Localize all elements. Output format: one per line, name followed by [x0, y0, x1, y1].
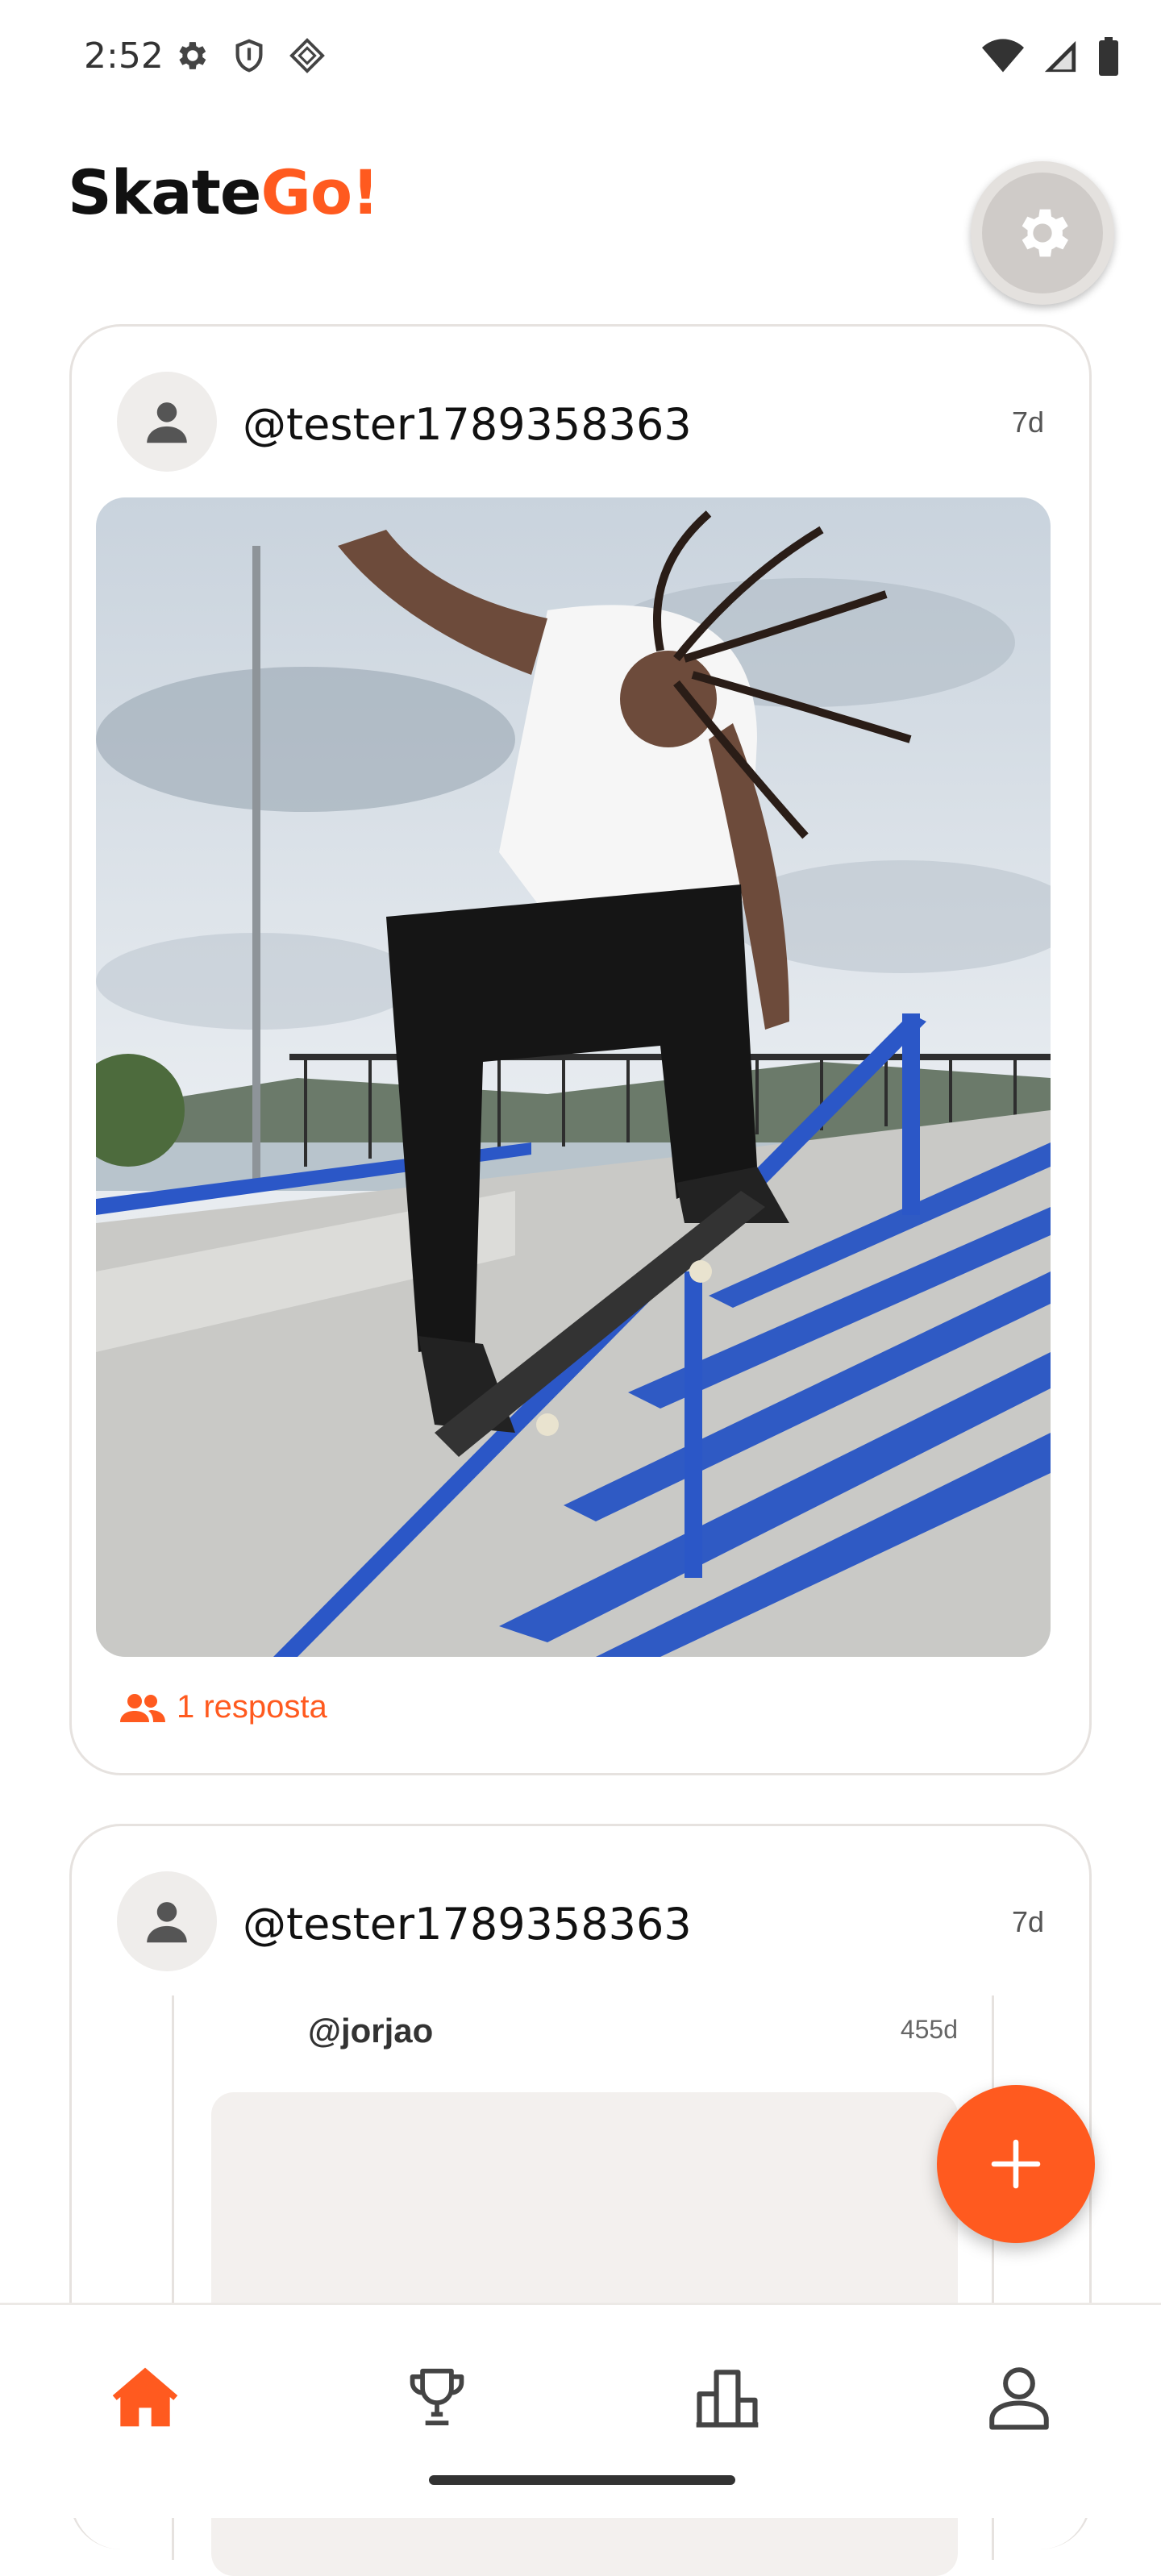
diamond-icon	[289, 38, 325, 73]
post-username[interactable]: @tester1789358363	[243, 399, 692, 450]
settings-button[interactable]	[971, 161, 1114, 305]
nav-leaderboard[interactable]	[679, 2349, 776, 2445]
quoted-post-time: 455d	[900, 2015, 958, 2044]
wifi-icon	[982, 39, 1024, 73]
bottom-navigation	[0, 2303, 1161, 2518]
app-logo: SkateGo!	[68, 156, 380, 228]
person-icon	[147, 402, 187, 443]
gear-icon	[179, 42, 206, 69]
shield-icon	[235, 39, 263, 73]
gesture-home-indicator[interactable]	[429, 2475, 735, 2485]
skater-photo-image	[96, 497, 1051, 1657]
replies-count-label: 1 resposta	[177, 1689, 327, 1725]
profile-icon	[989, 2367, 1049, 2430]
nav-profile[interactable]	[971, 2349, 1067, 2445]
post-photo[interactable]	[96, 497, 1051, 1657]
gear-icon	[1022, 209, 1068, 257]
status-icons-left	[173, 37, 326, 74]
avatar[interactable]	[117, 372, 217, 472]
leaderboard-icon	[696, 2370, 759, 2428]
signal-icon	[1044, 40, 1076, 73]
brand-text-go: Go!	[260, 156, 379, 228]
nav-home[interactable]	[97, 2349, 194, 2445]
plus-icon	[991, 2139, 1041, 2189]
person-icon	[147, 1902, 187, 1943]
brand-text-skate: Skate	[68, 156, 261, 228]
post-card[interactable]: @tester1789358363 7d 1 resposta	[69, 324, 1092, 1775]
group-icon	[120, 1693, 165, 1722]
create-post-button[interactable]	[937, 2085, 1095, 2243]
post-username[interactable]: @tester1789358363	[243, 1899, 692, 1950]
post-time: 7d	[1011, 406, 1044, 439]
status-icons-right	[982, 37, 1121, 76]
battery-icon	[1099, 37, 1118, 76]
home-icon	[112, 2367, 178, 2427]
avatar[interactable]	[117, 1871, 217, 1971]
status-bar: 2:52	[0, 0, 1161, 113]
status-time: 2:52	[84, 35, 164, 77]
replies-link[interactable]: 1 resposta	[120, 1689, 327, 1725]
post-time: 7d	[1011, 1905, 1044, 1938]
nav-ranking[interactable]	[389, 2349, 485, 2445]
trophy-icon	[410, 2368, 464, 2426]
quoted-post-username[interactable]: @jorjao	[308, 2012, 433, 2050]
